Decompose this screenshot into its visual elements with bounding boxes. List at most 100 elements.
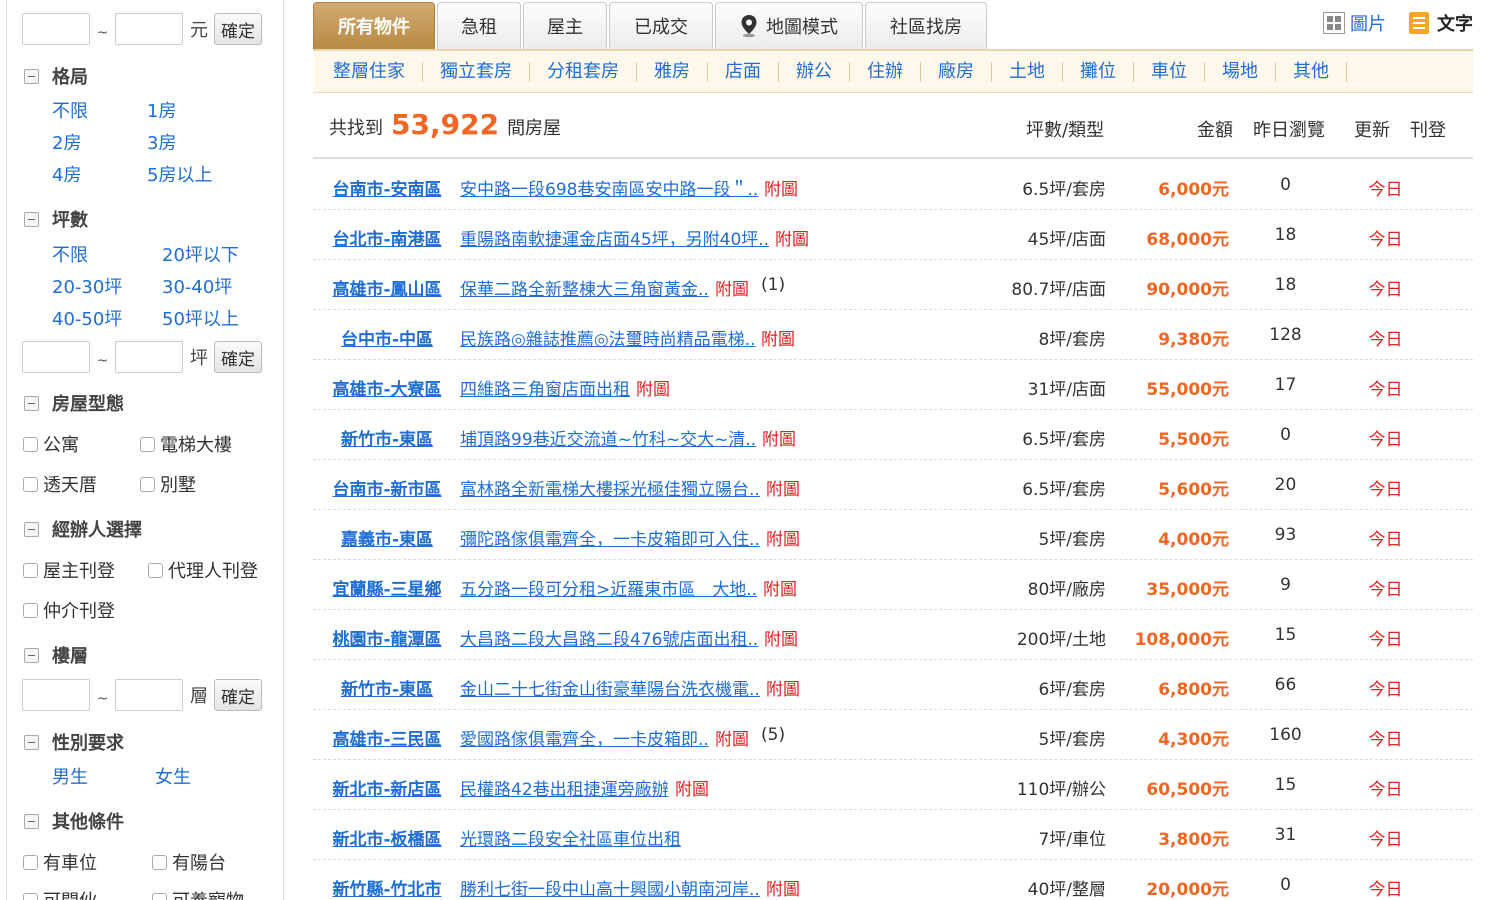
agent-section-header[interactable]: 經辦人選擇 [24, 517, 142, 541]
listing-title-link[interactable]: 金山二十七街金山街豪華陽台洗衣機電.. [460, 675, 760, 700]
category-link[interactable]: 整層住家 [315, 61, 423, 82]
other-checkbox[interactable]: 有車位 [23, 849, 97, 875]
category-link[interactable]: 辦公 [779, 61, 850, 82]
text-view-toggle[interactable]: 文字 [1408, 10, 1473, 36]
area-confirm-button[interactable]: 確定 [214, 341, 262, 373]
area-option[interactable]: 20坪以下 [162, 241, 239, 267]
house-type-checkbox[interactable]: 別墅 [140, 471, 196, 497]
area-section-header[interactable]: 坪數 [24, 207, 88, 231]
listing-region-link[interactable]: 新竹縣-竹北市 [321, 875, 453, 900]
column-header-price[interactable]: 金額 [1197, 116, 1233, 142]
other-section-header[interactable]: 其他條件 [24, 809, 124, 833]
listing-price: 6,800元 [1158, 680, 1229, 700]
rooms-option[interactable]: 5房以上 [147, 161, 212, 187]
rooms-option[interactable]: 3房 [147, 129, 176, 155]
listing-region-link[interactable]: 高雄市-鳳山區 [321, 275, 453, 300]
column-header-area-type[interactable]: 坪數/類型 [1026, 116, 1104, 142]
area-max-input[interactable] [115, 341, 183, 373]
listing-title-link[interactable]: 彌陀路傢俱電齊全，一卡皮箱即可入住.. [460, 525, 760, 550]
listing-region-link[interactable]: 台南市-安南區 [321, 175, 453, 200]
rooms-option[interactable]: 2房 [52, 129, 81, 155]
category-link[interactable]: 車位 [1134, 61, 1205, 82]
other-checkbox[interactable]: 可養寵物 [152, 887, 244, 900]
listing-region-link[interactable]: 高雄市-大寮區 [321, 375, 453, 400]
listing-title-link[interactable]: 光環路二段安全社區車位出租 [460, 825, 681, 850]
agent-checkbox[interactable]: 屋主刊登 [23, 557, 115, 583]
area-option[interactable]: 不限 [52, 241, 88, 267]
house-type-checkbox[interactable]: 電梯大樓 [140, 431, 232, 457]
listing-title-link[interactable]: 四維路三角窗店面出租 [460, 375, 630, 400]
gender-section-header[interactable]: 性別要求 [24, 730, 124, 754]
house-type-checkbox[interactable]: 透天厝 [23, 471, 97, 497]
other-checkbox[interactable]: 可開伙 [23, 887, 97, 900]
category-link[interactable]: 場地 [1205, 61, 1276, 82]
category-link[interactable]: 攤位 [1063, 61, 1134, 82]
price-confirm-button[interactable]: 確定 [214, 13, 262, 45]
listing-title-link[interactable]: 大昌路二段大昌路二段476號店面出租.. [460, 625, 758, 650]
category-link[interactable]: 雅房 [637, 61, 708, 82]
gender-option[interactable]: 男生 [52, 763, 88, 789]
area-option[interactable]: 50坪以上 [162, 305, 239, 331]
listing-region-link[interactable]: 高雄市-三民區 [321, 725, 453, 750]
listing-title-link[interactable]: 保華二路全新整棟大三角窗黃金.. [460, 275, 709, 300]
floor-confirm-button[interactable]: 確定 [214, 679, 262, 711]
category-link[interactable]: 獨立套房 [423, 61, 530, 82]
tab-all[interactable]: 所有物件 [313, 2, 435, 49]
price-max-input[interactable] [115, 13, 183, 45]
category-link[interactable]: 土地 [992, 61, 1063, 82]
category-link[interactable]: 其他 [1276, 61, 1347, 82]
floor-min-input[interactable] [22, 679, 90, 711]
listing-region-link[interactable]: 宜蘭縣-三星鄉 [321, 575, 453, 600]
house-type-section-header[interactable]: 房屋型態 [24, 391, 124, 415]
column-header-posted[interactable]: 刊登 [1410, 116, 1446, 142]
tab-urgent[interactable]: 急租 [437, 2, 521, 49]
floor-section-header[interactable]: 樓層 [24, 643, 88, 667]
listing-title-link[interactable]: 安中路一段698巷安南區安中路一段＂.. [460, 175, 758, 200]
price-min-input[interactable] [22, 13, 90, 45]
listing-title-link[interactable]: 民族路◎雜誌推薦◎法璽時尚精品電梯.. [460, 325, 755, 350]
tab-community[interactable]: 社區找房 [865, 2, 987, 49]
listing-title-link[interactable]: 愛國路傢俱電齊全，一卡皮箱即.. [460, 725, 709, 750]
area-option[interactable]: 40-50坪 [52, 305, 122, 331]
floor-max-input[interactable] [115, 679, 183, 711]
listing-region-link[interactable]: 新北市-板橋區 [321, 825, 453, 850]
listing-title-link[interactable]: 重陽路南軟捷運金店面45坪，另附40坪.. [460, 225, 769, 250]
rooms-option[interactable]: 4房 [52, 161, 81, 187]
agent-checkbox[interactable]: 仲介刊登 [23, 597, 115, 623]
tab-closed[interactable]: 已成交 [609, 2, 713, 49]
column-header-updated[interactable]: 更新 [1354, 116, 1390, 142]
tab-map-mode[interactable]: 地圖模式 [715, 2, 863, 49]
listing-title-link[interactable]: 埔頂路99巷近交流道~竹科~交大~清.. [460, 425, 756, 450]
listing-updated: 今日 [1368, 780, 1403, 800]
listing-region-link[interactable]: 嘉義市-東區 [321, 525, 453, 550]
listing-title-link[interactable]: 勝利七街一段中山高十興國小朝南河岸.. [460, 875, 760, 900]
house-type-checkbox[interactable]: 公寓 [23, 431, 79, 457]
area-option[interactable]: 20-30坪 [52, 273, 122, 299]
picture-view-toggle[interactable]: 圖片 [1323, 10, 1386, 36]
rooms-option[interactable]: 1房 [147, 97, 176, 123]
listing-region-link[interactable]: 新竹市-東區 [321, 675, 453, 700]
agent-checkbox[interactable]: 代理人刊登 [148, 557, 258, 583]
listing-region-link[interactable]: 台北市-南港區 [321, 225, 453, 250]
rooms-section-header[interactable]: 格局 [24, 64, 88, 88]
listing-views: 18 [1274, 275, 1297, 295]
listing-title-link[interactable]: 富林路全新電梯大樓採光極佳獨立陽台.. [460, 475, 760, 500]
listing-region-link[interactable]: 台南市-新市區 [321, 475, 453, 500]
tab-owner[interactable]: 屋主 [523, 2, 607, 49]
column-header-views[interactable]: 昨日瀏覽 [1253, 116, 1325, 142]
category-link[interactable]: 住辦 [850, 61, 921, 82]
area-min-input[interactable] [22, 341, 90, 373]
category-link[interactable]: 店面 [708, 61, 779, 82]
listing-region-link[interactable]: 新北市-新店區 [321, 775, 453, 800]
listing-region-link[interactable]: 桃園市-龍潭區 [321, 625, 453, 650]
gender-option[interactable]: 女生 [155, 763, 191, 789]
category-link[interactable]: 分租套房 [530, 61, 637, 82]
listing-title-link[interactable]: 民權路42巷出租捷運旁廠辦 [460, 775, 669, 800]
listing-region-link[interactable]: 台中市-中區 [321, 325, 453, 350]
category-link[interactable]: 廠房 [921, 61, 992, 82]
other-checkbox[interactable]: 有陽台 [152, 849, 226, 875]
area-option[interactable]: 30-40坪 [162, 273, 232, 299]
listing-region-link[interactable]: 新竹市-東區 [321, 425, 453, 450]
rooms-option[interactable]: 不限 [52, 97, 88, 123]
listing-title-link[interactable]: 五分路一段可分租>近羅東市區 大地.. [460, 575, 757, 600]
